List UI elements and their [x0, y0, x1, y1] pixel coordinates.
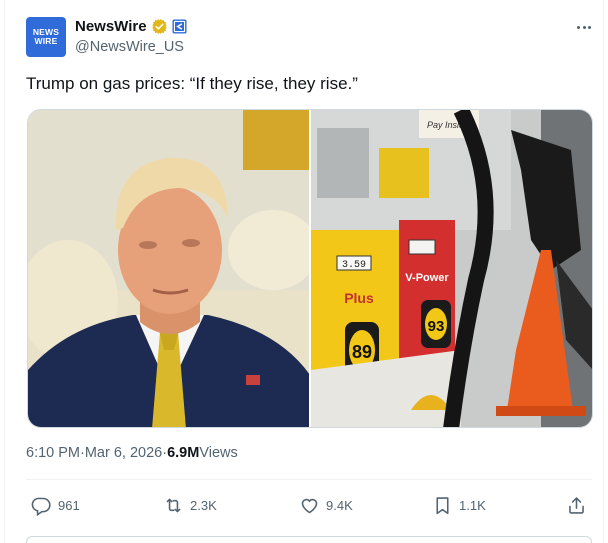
tweet-time[interactable]: 6:10 PM [26, 445, 80, 461]
reply-icon [31, 497, 51, 516]
grade-vpower-label: V-Power [405, 272, 449, 284]
tweet-card: NEWS WIRE NewsWire @NewsWire_US Trump on… [4, 0, 604, 543]
like-count: 9.4K [326, 497, 353, 513]
tweet-text: Trump on gas prices: “If they rise, they… [26, 74, 358, 93]
repost-count: 2.3K [190, 497, 217, 513]
author-name-row: NewsWire [75, 18, 187, 35]
share-button[interactable] [566, 494, 587, 516]
tweet-date[interactable]: Mar 6, 2026 [85, 445, 162, 461]
share-icon [569, 496, 584, 514]
grade-plus-label: Plus [344, 290, 374, 306]
repost-button[interactable]: 2.3K [163, 494, 217, 516]
portrait-photo[interactable] [28, 110, 309, 427]
grade-plus-number: 89 [352, 342, 372, 362]
divider [26, 479, 592, 480]
grade-vpower-number: 93 [428, 318, 445, 335]
gas-pump-photo[interactable]: Pay Inside 3.59 Plus 89 V-Power 93 [311, 110, 592, 427]
views-label: Views [199, 445, 238, 461]
heart-icon [301, 498, 318, 513]
avatar-text-line2: WIRE [34, 36, 58, 46]
bookmark-count: 1.1K [459, 497, 486, 513]
repost-icon [166, 498, 181, 512]
display-name[interactable]: NewsWire [75, 18, 147, 35]
like-button[interactable]: 9.4K [299, 494, 353, 516]
tweet-media[interactable]: Pay Inside 3.59 Plus 89 V-Power 93 [27, 109, 593, 428]
bookmark-icon [436, 496, 449, 514]
views-count: 6.9M [167, 445, 200, 461]
affiliate-badge-icon[interactable] [172, 19, 187, 34]
verified-badge-icon [151, 19, 167, 34]
reply-button[interactable]: 961 [31, 494, 80, 516]
more-options-icon[interactable] [573, 17, 595, 37]
action-bar: 961 2.3K 9.4K 1.1K [29, 494, 599, 516]
bookmark-button[interactable]: 1.1K [432, 494, 486, 516]
tweet-metadata: 6:10 PM · Mar 6, 2026 · 6.9M Views [26, 445, 238, 461]
pump-price: 3.59 [342, 260, 366, 271]
reply-count: 961 [58, 497, 80, 513]
avatar[interactable]: NEWS WIRE [26, 17, 66, 57]
reply-composer-edge [26, 536, 592, 543]
author-handle[interactable]: @NewsWire_US [75, 39, 184, 55]
